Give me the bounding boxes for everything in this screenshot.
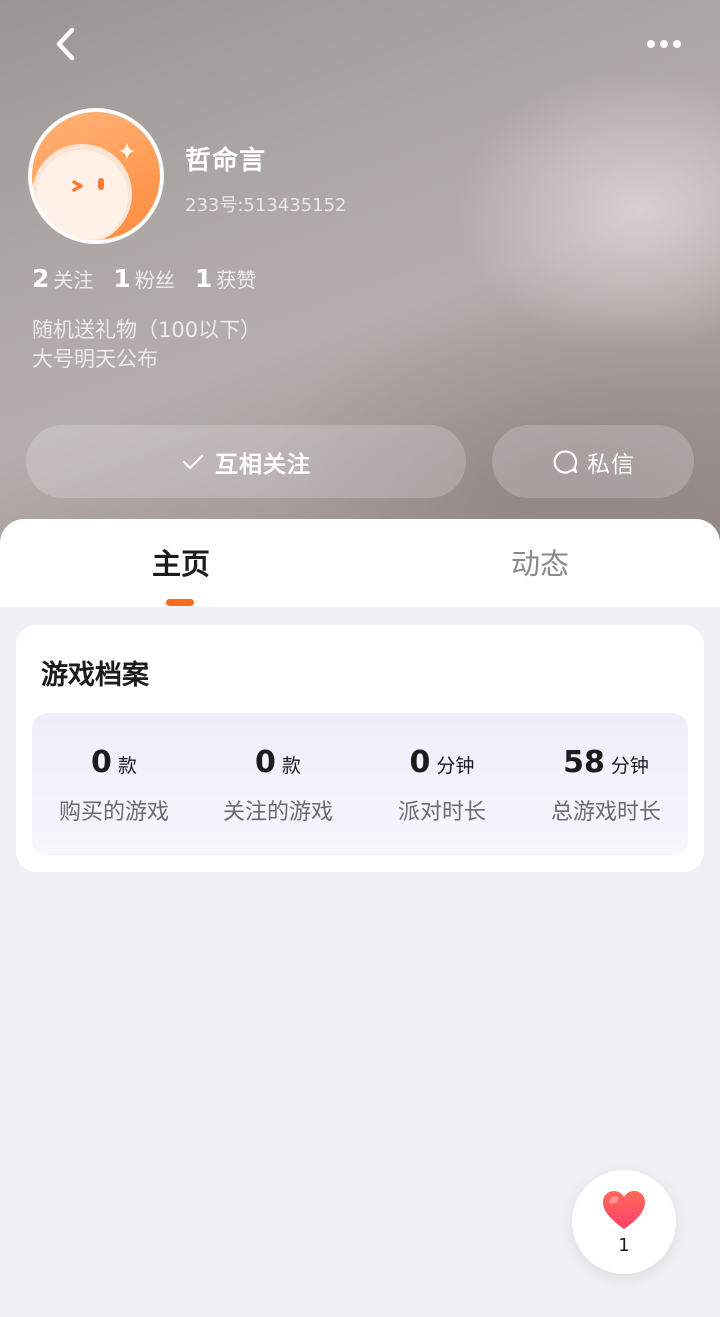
likes-label: 获赞: [216, 268, 257, 292]
chat-bubble-icon: [553, 449, 578, 474]
heart-icon: [603, 1190, 645, 1229]
avatar-mascot-icon: [32, 142, 135, 240]
likes-stat[interactable]: 1 获赞: [195, 264, 256, 293]
stat-value: 0: [91, 745, 112, 780]
like-count: 1: [618, 1234, 630, 1256]
total-play-time-stat[interactable]: 58 分钟 总游戏时长: [524, 713, 688, 855]
user-bio: 随机送礼物（100以下） 大号明天公布: [32, 316, 261, 374]
stat-value: 58: [563, 745, 605, 780]
message-label: 私信: [587, 451, 635, 478]
followed-games-stat[interactable]: 0 款 关注的游戏: [196, 713, 360, 855]
more-options-button[interactable]: [636, 26, 692, 62]
stat-unit: 分钟: [436, 755, 475, 777]
stat-unit: 分钟: [610, 755, 649, 777]
active-tab-indicator: [166, 599, 194, 606]
stat-caption: 购买的游戏: [58, 800, 169, 825]
party-time-stat[interactable]: 0 分钟 派对时长: [360, 713, 524, 855]
likes-count: 1: [194, 264, 213, 293]
following-label: 关注: [53, 268, 94, 292]
stat-caption: 总游戏时长: [550, 800, 661, 825]
stat-value: 0: [255, 745, 276, 780]
mutual-follow-button[interactable]: 互相关注: [26, 425, 466, 498]
mutual-follow-label: 互相关注: [215, 451, 311, 478]
user-id: 233号:513435152: [185, 195, 347, 216]
stat-caption: 派对时长: [397, 800, 486, 825]
game-profile-card: 游戏档案 0 款 购买的游戏 0 款 关注的游戏 0 分钟 派对时长 58 分钟…: [16, 625, 704, 872]
stat-value: 0: [409, 745, 431, 780]
following-stat[interactable]: 2 关注: [32, 264, 93, 293]
game-stats: 0 款 购买的游戏 0 款 关注的游戏 0 分钟 派对时长 58 分钟 总游戏时…: [32, 713, 688, 855]
more-dots-icon: [647, 40, 655, 48]
bio-line: 大号明天公布: [32, 347, 158, 371]
tab-feed[interactable]: 动态: [511, 541, 569, 583]
tab-home[interactable]: 主页: [152, 541, 210, 583]
like-button[interactable]: 1: [572, 1170, 676, 1274]
user-name: 哲命言: [185, 146, 267, 176]
following-count: 2: [32, 264, 50, 293]
followers-count: 1: [113, 264, 131, 293]
profile-header: 哲命言 233号:513435152 2 关注 1 粉丝 1 获赞 随机送礼物（…: [0, 0, 720, 560]
check-icon: [182, 454, 204, 469]
profile-tabs: 主页 动态: [0, 519, 720, 607]
followers-stat[interactable]: 1 粉丝: [113, 264, 174, 293]
stat-caption: 关注的游戏: [222, 800, 333, 825]
game-profile-title: 游戏档案: [41, 660, 149, 691]
stat-unit: 款: [117, 755, 137, 777]
chevron-left-icon: [56, 27, 75, 61]
stat-unit: 款: [281, 755, 301, 777]
bio-line: 随机送礼物（100以下）: [32, 318, 262, 342]
message-button[interactable]: 私信: [492, 425, 694, 498]
back-button[interactable]: [40, 22, 90, 66]
social-stats: 2 关注 1 粉丝 1 获赞: [32, 264, 256, 293]
followers-label: 粉丝: [134, 268, 175, 292]
purchased-games-stat[interactable]: 0 款 购买的游戏: [32, 713, 196, 855]
avatar[interactable]: [28, 108, 164, 244]
